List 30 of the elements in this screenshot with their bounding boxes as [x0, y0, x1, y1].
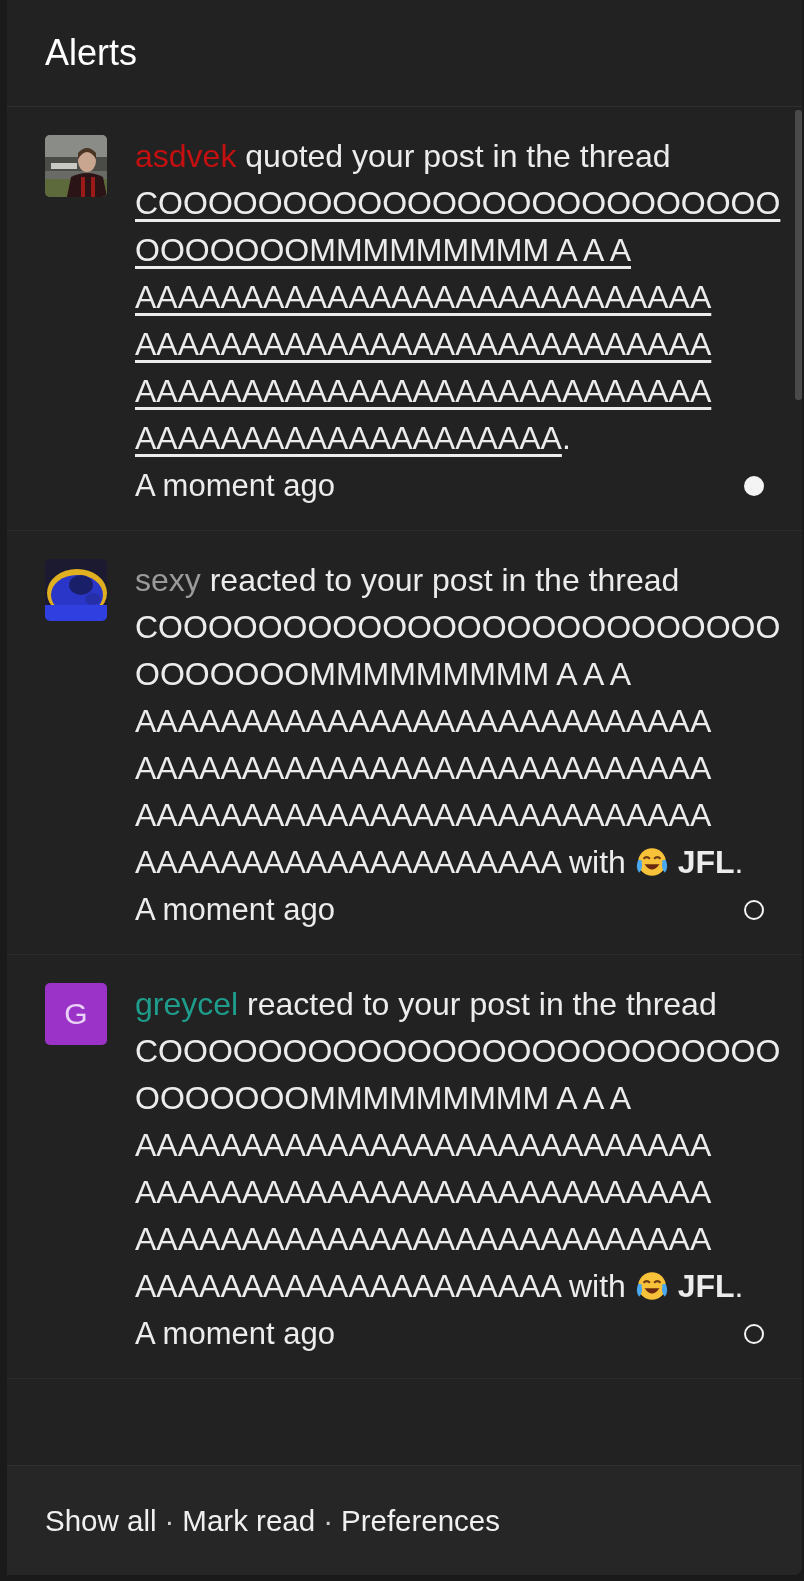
thread-link[interactable]: AAAAAAAAAAAAAAAAAAAAAAAAAAA — [135, 703, 712, 739]
separator-dot: · — [323, 1503, 333, 1538]
thread-link[interactable]: AAAAAAAAAAAAAAAAAAAAAAAAAAA — [135, 1127, 712, 1163]
avatar-letter: G — [45, 983, 107, 1045]
thread-link[interactable]: AAAAAAAAAAAAAAAAAAAAAAAAAAA — [135, 750, 712, 786]
footer-link[interactable]: Mark read — [182, 1503, 316, 1538]
thread-link[interactable]: COOOOOOOOOOOOOOOOOOOOOOOOO — [135, 185, 781, 221]
thread-link[interactable]: AAAAAAAAAAAAAAAAAAAA — [135, 844, 561, 880]
thread-link[interactable]: AAAAAAAAAAAAAAAAAAAAAAAAAAA — [135, 373, 712, 409]
footer-link[interactable]: Preferences — [340, 1503, 501, 1538]
thread-link[interactable]: AAAAAAAAAAAAAAAAAAAAAAAAAAA — [135, 797, 712, 833]
thread-link[interactable]: OOOOOOOMMMMMMMMM A A A — [135, 1080, 631, 1116]
separator-dot: · — [164, 1503, 175, 1538]
username-link[interactable]: sexy — [135, 562, 201, 598]
timestamp: A moment ago — [135, 1315, 335, 1352]
thread-link[interactable]: AAAAAAAAAAAAAAAAAAAAAAAAAAA — [135, 326, 712, 362]
thread-link[interactable]: AAAAAAAAAAAAAAAAAAAA — [135, 1268, 561, 1304]
thread-link[interactable]: AAAAAAAAAAAAAAAAAAAAAAAAAAA — [135, 279, 712, 315]
popup-title: Alerts — [45, 32, 138, 74]
thread-link[interactable]: AAAAAAAAAAAAAAAAAAAAAAAAAAA — [135, 1221, 712, 1257]
thread-link[interactable]: OOOOOOOMMMMMMMMM A A A — [135, 232, 631, 268]
thread-link[interactable]: COOOOOOOOOOOOOOOOOOOOOOOOO — [135, 1033, 781, 1069]
timestamp: A moment ago — [135, 891, 335, 928]
footer-link[interactable]: Show all — [45, 1503, 157, 1538]
thread-link[interactable]: OOOOOOOMMMMMMMMM A A A — [135, 656, 631, 692]
thread-link[interactable]: COOOOOOOOOOOOOOOOOOOOOOOOO — [135, 609, 781, 645]
username-link[interactable]: greycel — [135, 986, 239, 1022]
thread-link[interactable]: AAAAAAAAAAAAAAAAAAAA — [135, 420, 562, 456]
thread-link[interactable]: AAAAAAAAAAAAAAAAAAAAAAAAAAA — [135, 1174, 712, 1210]
timestamp: A moment ago — [135, 467, 335, 504]
